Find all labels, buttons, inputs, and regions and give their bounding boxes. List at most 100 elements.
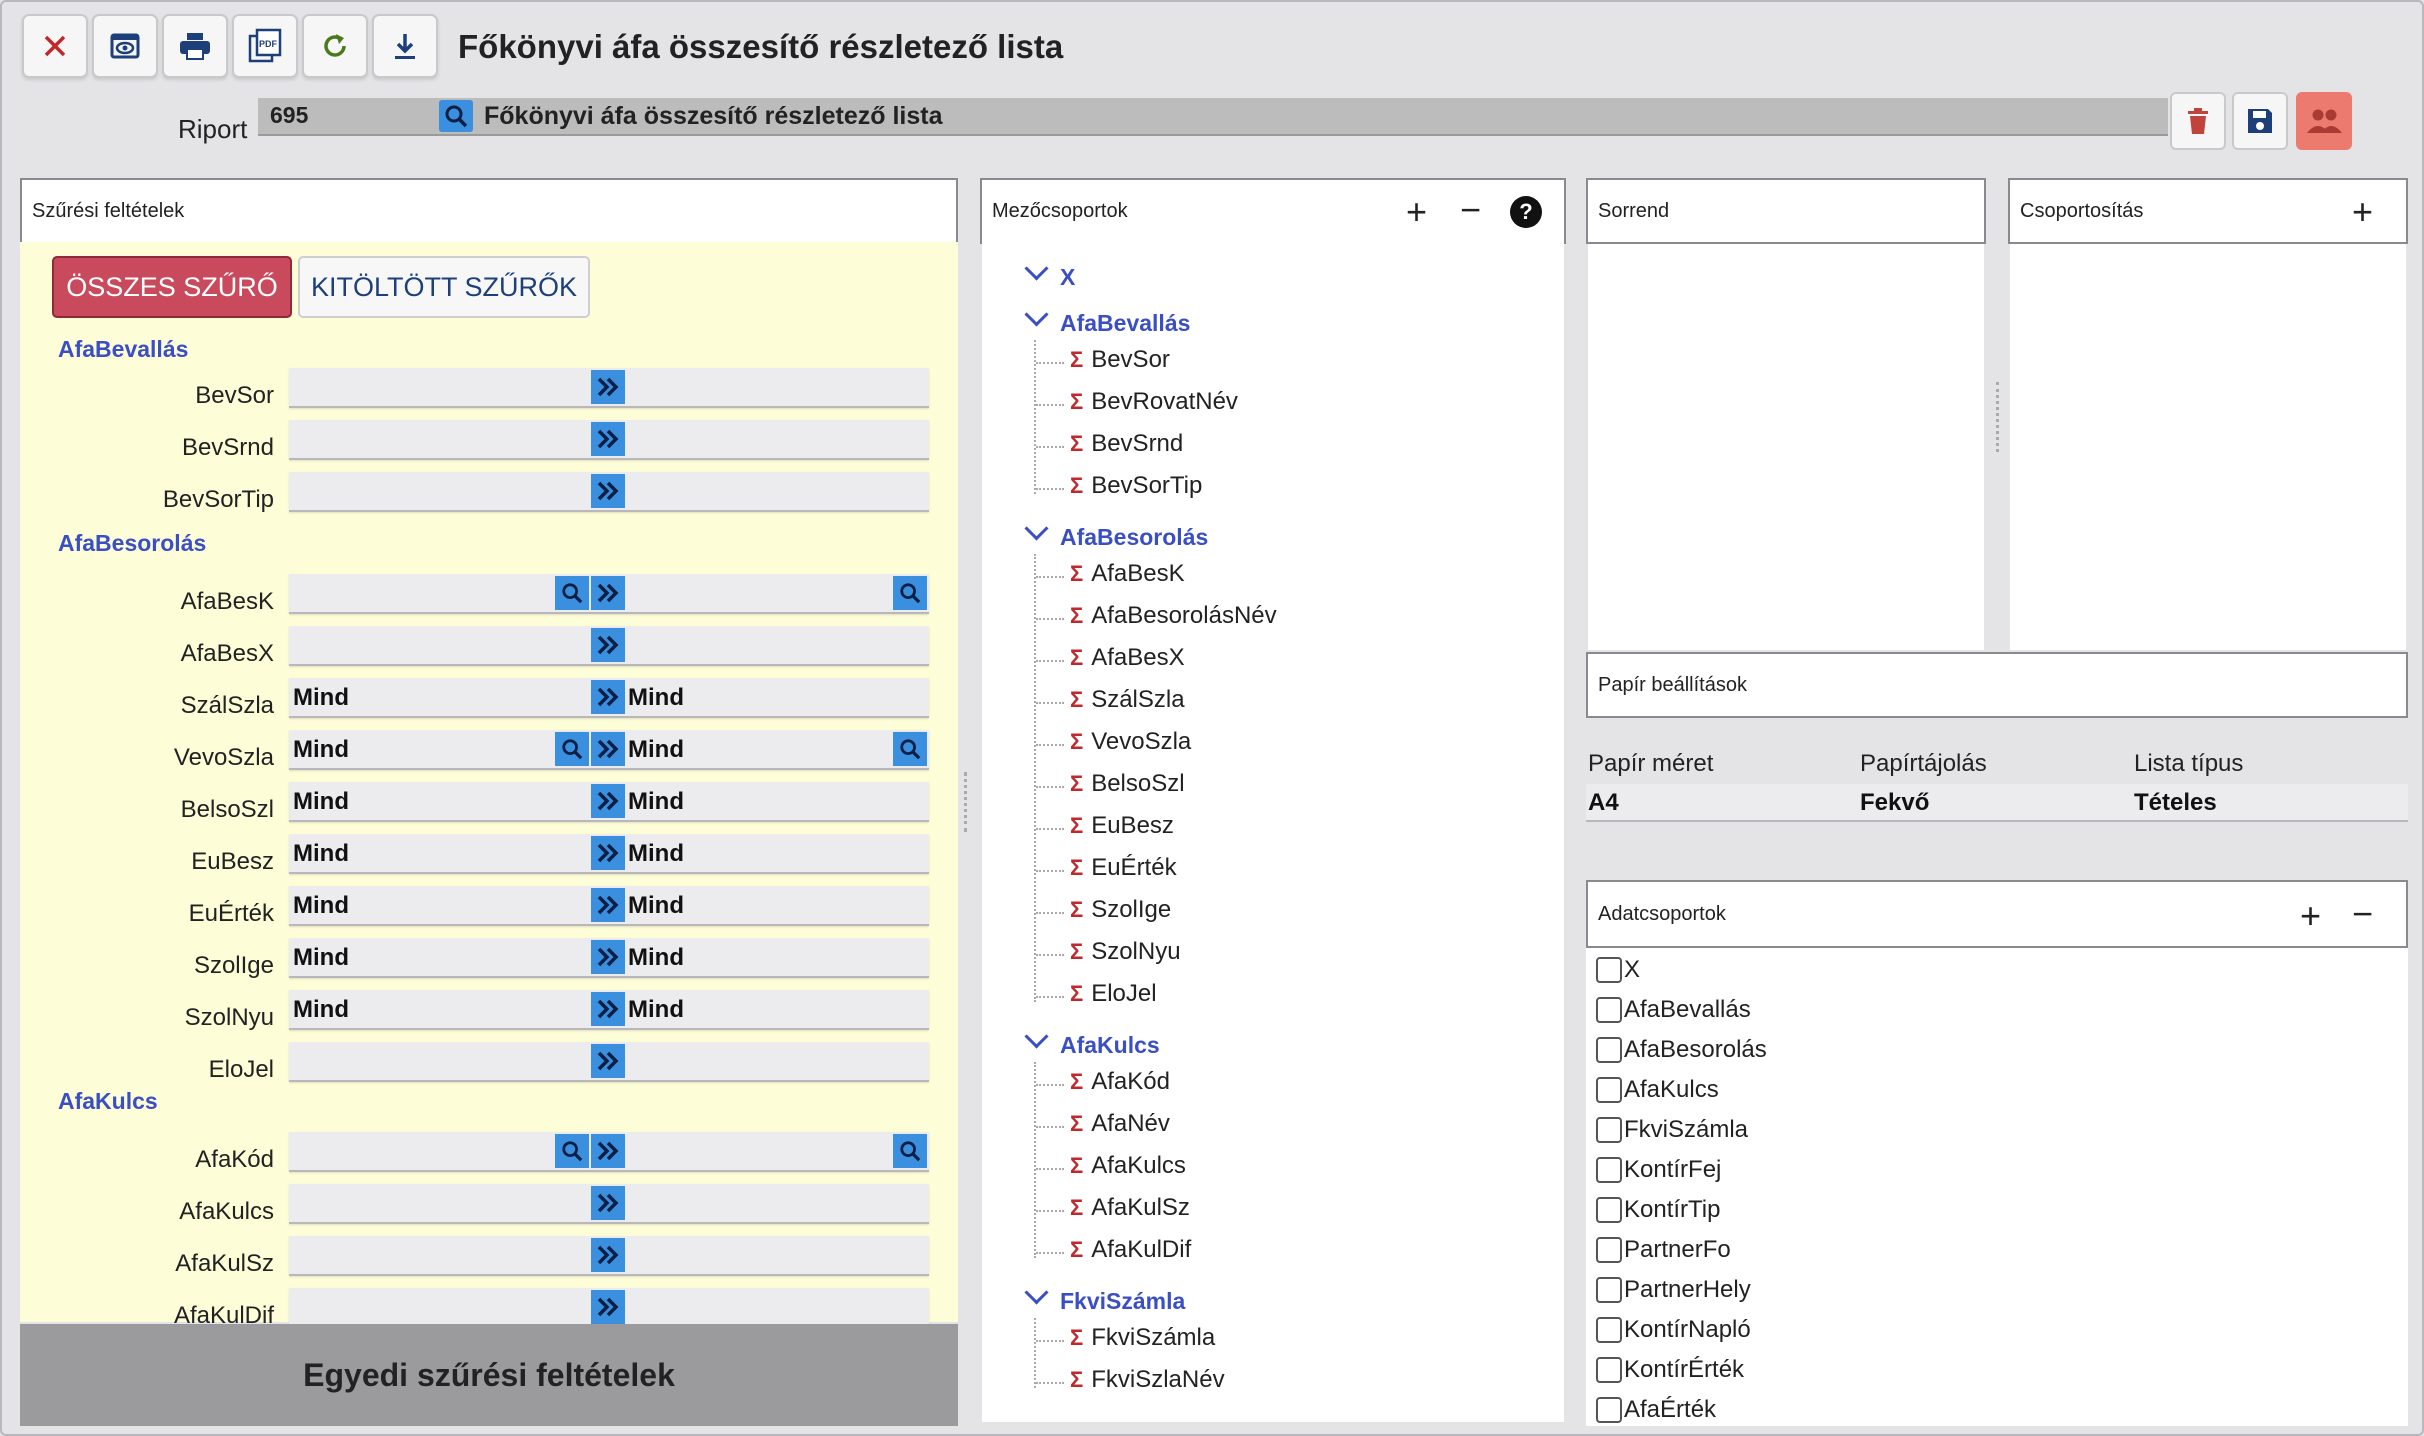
- field-group-title[interactable]: AfaBevallás: [1060, 310, 1190, 337]
- copy-range-button[interactable]: [591, 422, 625, 456]
- download-button[interactable]: [372, 14, 438, 78]
- datagroup-item[interactable]: AfaÉrték: [1596, 1396, 1716, 1424]
- filter-range-field[interactable]: [289, 626, 929, 666]
- copy-range-button[interactable]: [591, 992, 625, 1026]
- field-item[interactable]: Σ FkviSzlaNév: [1070, 1366, 1225, 1394]
- list-type-value[interactable]: Tételes: [2134, 789, 2217, 817]
- copy-range-button[interactable]: [591, 628, 625, 662]
- field-item[interactable]: Σ BevSor: [1070, 346, 1170, 374]
- filter-from-value[interactable]: Mind: [293, 892, 349, 920]
- field-item[interactable]: Σ EloJel: [1070, 980, 1157, 1008]
- checkbox[interactable]: [1596, 1277, 1622, 1303]
- datagroup-item[interactable]: KontírTip: [1596, 1196, 1720, 1224]
- paper-size-value[interactable]: A4: [1588, 789, 1619, 817]
- filter-range-field[interactable]: [289, 1132, 929, 1172]
- copy-range-button[interactable]: [591, 1290, 625, 1324]
- filter-range-field[interactable]: Mind Mind: [289, 938, 929, 978]
- add-field-icon[interactable]: +: [1406, 194, 1427, 230]
- filter-to-value[interactable]: Mind: [628, 840, 684, 868]
- filter-range-field[interactable]: Mind Mind: [289, 730, 929, 770]
- field-group-title[interactable]: X: [1060, 264, 1075, 291]
- field-item[interactable]: Σ AfaKód: [1070, 1068, 1170, 1096]
- field-group-title[interactable]: FkviSzámla: [1060, 1288, 1185, 1315]
- filter-from-value[interactable]: Mind: [293, 736, 349, 764]
- checkbox[interactable]: [1596, 1037, 1622, 1063]
- field-group-title[interactable]: AfaBesorolás: [1060, 524, 1208, 551]
- copy-range-button[interactable]: [591, 370, 625, 404]
- add-datagroup-icon[interactable]: +: [2300, 898, 2321, 934]
- field-item[interactable]: Σ AfaNév: [1070, 1110, 1170, 1138]
- checkbox[interactable]: [1596, 1397, 1622, 1423]
- field-item[interactable]: Σ BevSorTip: [1070, 472, 1202, 500]
- filter-from-value[interactable]: Mind: [293, 944, 349, 972]
- field-item[interactable]: Σ FkviSzámla: [1070, 1324, 1215, 1352]
- field-item[interactable]: Σ BelsoSzl: [1070, 770, 1185, 798]
- checkbox[interactable]: [1596, 1237, 1622, 1263]
- filter-to-search-button[interactable]: [893, 732, 927, 766]
- checkbox[interactable]: [1596, 957, 1622, 983]
- copy-range-button[interactable]: [591, 576, 625, 610]
- checkbox[interactable]: [1596, 1317, 1622, 1343]
- resize-handle[interactable]: [1996, 382, 2005, 452]
- refresh-button[interactable]: [302, 14, 368, 78]
- copy-range-button[interactable]: [591, 784, 625, 818]
- custom-filters-button[interactable]: Egyedi szűrési feltételek: [20, 1324, 958, 1426]
- filter-to-value[interactable]: Mind: [628, 892, 684, 920]
- copy-range-button[interactable]: [591, 680, 625, 714]
- filter-to-search-button[interactable]: [893, 1134, 927, 1168]
- checkbox[interactable]: [1596, 1117, 1622, 1143]
- filter-range-field[interactable]: [289, 1184, 929, 1224]
- save-button[interactable]: [2232, 92, 2288, 150]
- copy-range-button[interactable]: [591, 474, 625, 508]
- field-item[interactable]: Σ AfaBesK: [1070, 560, 1185, 588]
- field-item[interactable]: Σ AfaKulDif: [1070, 1236, 1191, 1264]
- tab-filled-filters[interactable]: KITÖLTÖTT SZŰRŐK: [298, 256, 590, 318]
- preview-button[interactable]: [92, 14, 158, 78]
- field-item[interactable]: Σ EuBesz: [1070, 812, 1174, 840]
- help-icon[interactable]: ?: [1510, 196, 1542, 228]
- copy-range-button[interactable]: [591, 732, 625, 766]
- datagroup-item[interactable]: AfaBevallás: [1596, 996, 1751, 1024]
- datagroup-item[interactable]: FkviSzámla: [1596, 1116, 1748, 1144]
- checkbox[interactable]: [1596, 1077, 1622, 1103]
- copy-range-button[interactable]: [591, 1238, 625, 1272]
- checkbox[interactable]: [1596, 997, 1622, 1023]
- copy-range-button[interactable]: [591, 888, 625, 922]
- datagroup-item[interactable]: KontírÉrték: [1596, 1356, 1744, 1384]
- datagroup-item[interactable]: KontírFej: [1596, 1156, 1721, 1184]
- filter-from-value[interactable]: Mind: [293, 684, 349, 712]
- copy-range-button[interactable]: [591, 1186, 625, 1220]
- field-item[interactable]: Σ SzolIge: [1070, 896, 1171, 924]
- filter-from-value[interactable]: Mind: [293, 788, 349, 816]
- field-item[interactable]: Σ BevSrnd: [1070, 430, 1183, 458]
- checkbox[interactable]: [1596, 1157, 1622, 1183]
- filter-range-field[interactable]: [289, 1288, 929, 1328]
- filter-from-search-button[interactable]: [555, 732, 589, 766]
- copy-range-button[interactable]: [591, 1134, 625, 1168]
- filter-to-value[interactable]: Mind: [628, 736, 684, 764]
- filter-from-search-button[interactable]: [555, 576, 589, 610]
- field-item[interactable]: Σ AfaBesX: [1070, 644, 1185, 672]
- filter-to-value[interactable]: Mind: [628, 684, 684, 712]
- field-group-title[interactable]: AfaKulcs: [1060, 1032, 1160, 1059]
- copy-range-button[interactable]: [591, 940, 625, 974]
- resize-handle[interactable]: [964, 772, 973, 832]
- field-item[interactable]: Σ SzálSzla: [1070, 686, 1185, 714]
- tab-all-filters[interactable]: ÖSSZES SZŰRŐ: [52, 256, 292, 318]
- remove-field-icon[interactable]: −: [1460, 192, 1481, 228]
- paper-orientation-value[interactable]: Fekvő: [1860, 789, 1929, 817]
- riport-search-button[interactable]: [439, 100, 473, 132]
- field-item[interactable]: Σ AfaKulSz: [1070, 1194, 1190, 1222]
- filter-to-value[interactable]: Mind: [628, 944, 684, 972]
- filter-range-field[interactable]: [289, 574, 929, 614]
- field-item[interactable]: Σ VevoSzla: [1070, 728, 1191, 756]
- grouping-list[interactable]: [2010, 244, 2406, 650]
- field-item[interactable]: Σ EuÉrték: [1070, 854, 1177, 882]
- field-item[interactable]: Σ AfaKulcs: [1070, 1152, 1186, 1180]
- share-users-button[interactable]: [2296, 92, 2352, 150]
- filter-range-field[interactable]: Mind Mind: [289, 678, 929, 718]
- datagroup-item[interactable]: KontírNapló: [1596, 1316, 1751, 1344]
- filter-range-field[interactable]: [289, 368, 929, 408]
- datagroup-item[interactable]: AfaKulcs: [1596, 1076, 1719, 1104]
- field-item[interactable]: Σ BevRovatNév: [1070, 388, 1238, 416]
